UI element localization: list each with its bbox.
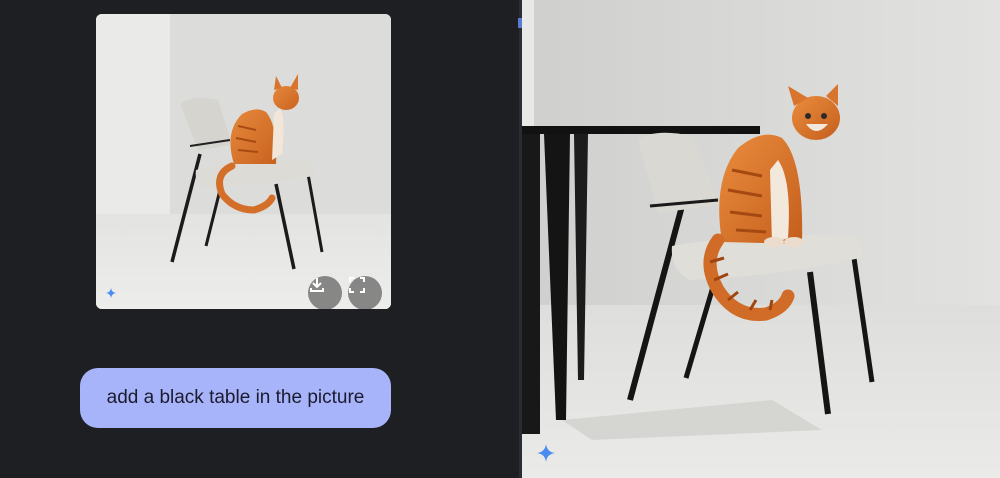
generated-image-thumbnail[interactable] — [96, 14, 391, 309]
download-button[interactable] — [308, 276, 342, 309]
prompt-text: add a black table in the picture — [106, 387, 365, 408]
fullscreen-button[interactable] — [348, 276, 382, 309]
cat-chair-table-image — [522, 0, 1000, 478]
user-prompt-bubble: add a black table in the picture — [80, 368, 391, 428]
chat-panel: add a black table in the picture — [0, 0, 520, 478]
cat-on-chair-image — [96, 14, 391, 309]
edited-image[interactable] — [522, 0, 1000, 478]
